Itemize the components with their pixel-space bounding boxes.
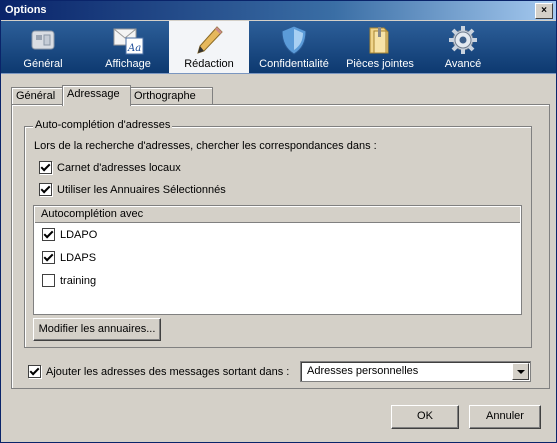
directory-checkbox[interactable] [42, 228, 55, 241]
address-book-select[interactable]: Adresses personnelles [300, 361, 531, 382]
list-item[interactable]: training [42, 274, 96, 287]
ok-button[interactable]: OK [391, 405, 459, 429]
local-book-checkbox[interactable] [39, 161, 52, 174]
list-item[interactable]: LDAPS [42, 251, 96, 264]
toolbar-general[interactable]: Général [7, 21, 79, 73]
toolbar-label: Avancé [444, 58, 482, 70]
addressing-panel: Auto-complétion d'adresses Lors de la re… [11, 104, 550, 389]
toolbar-composition[interactable]: Rédaction [169, 21, 249, 73]
edit-directories-button[interactable]: Modifier les annuaires... [33, 318, 161, 341]
directory-checkbox[interactable] [42, 274, 55, 287]
directory-label: LDAPS [60, 251, 97, 264]
outgoing-checkbox[interactable] [28, 365, 41, 378]
pencil-icon [193, 25, 225, 55]
toolbar-label: Pièces jointes [346, 58, 414, 70]
close-button[interactable]: × [535, 3, 553, 19]
local-book-label: Carnet d'adresses locaux [57, 161, 181, 174]
use-directories-option[interactable]: Utiliser les Annuaires Sélectionnés [39, 183, 226, 196]
directory-label: LDAPO [60, 228, 98, 241]
search-intro: Lors de la recherche d'adresses, cherche… [34, 140, 377, 152]
toolbar-display[interactable]: Aa Affichage [89, 21, 167, 73]
toolbar-privacy[interactable]: Confidentialité [254, 21, 334, 73]
outgoing-option[interactable]: Ajouter les adresses des messages sortan… [28, 365, 289, 378]
group-title: Auto-complétion d'adresses [33, 119, 173, 131]
directory-checkbox[interactable] [42, 251, 55, 264]
use-directories-checkbox[interactable] [39, 183, 52, 196]
list-item[interactable]: LDAPO [42, 228, 97, 241]
general-settings-icon [27, 25, 59, 55]
title-bar[interactable]: Options × [1, 1, 556, 20]
toolbar-label: Rédaction [184, 58, 234, 70]
outgoing-label: Ajouter les adresses des messages sortan… [46, 365, 290, 378]
svg-text:Aa: Aa [127, 43, 141, 54]
use-directories-label: Utiliser les Annuaires Sélectionnés [57, 183, 226, 196]
options-window: Options × Général Aa Affichage Rédaction… [0, 0, 557, 443]
local-book-option[interactable]: Carnet d'adresses locaux [39, 161, 181, 174]
chevron-down-icon[interactable] [512, 363, 529, 380]
select-value: Adresses personnelles [307, 365, 419, 377]
folder-icon [364, 25, 396, 55]
toolbar-label: Général [23, 58, 63, 70]
cancel-button[interactable]: Annuler [469, 405, 541, 429]
window-title: Options [5, 4, 47, 16]
directory-list[interactable]: Autocomplétion avec LDAPO LDAPS training [33, 205, 522, 315]
autocomplete-group: Auto-complétion d'adresses Lors de la re… [24, 119, 532, 348]
tab-addressing[interactable]: Adressage [62, 85, 131, 106]
tab-spelling[interactable]: Orthographe [129, 87, 213, 105]
toolbar-label: Confidentialité [259, 58, 329, 70]
shield-icon [278, 25, 310, 55]
gear-icon [447, 25, 479, 55]
toolbar-attachments[interactable]: Pièces jointes [339, 21, 421, 73]
list-header[interactable]: Autocomplétion avec [35, 207, 520, 223]
display-letter-icon: Aa [112, 25, 144, 55]
directory-label: training [60, 274, 97, 287]
category-toolbar: Général Aa Affichage Rédaction Confident… [1, 21, 556, 74]
tab-general[interactable]: Général [11, 87, 63, 105]
toolbar-advanced[interactable]: Avancé [425, 21, 501, 73]
toolbar-label: Affichage [105, 58, 151, 70]
